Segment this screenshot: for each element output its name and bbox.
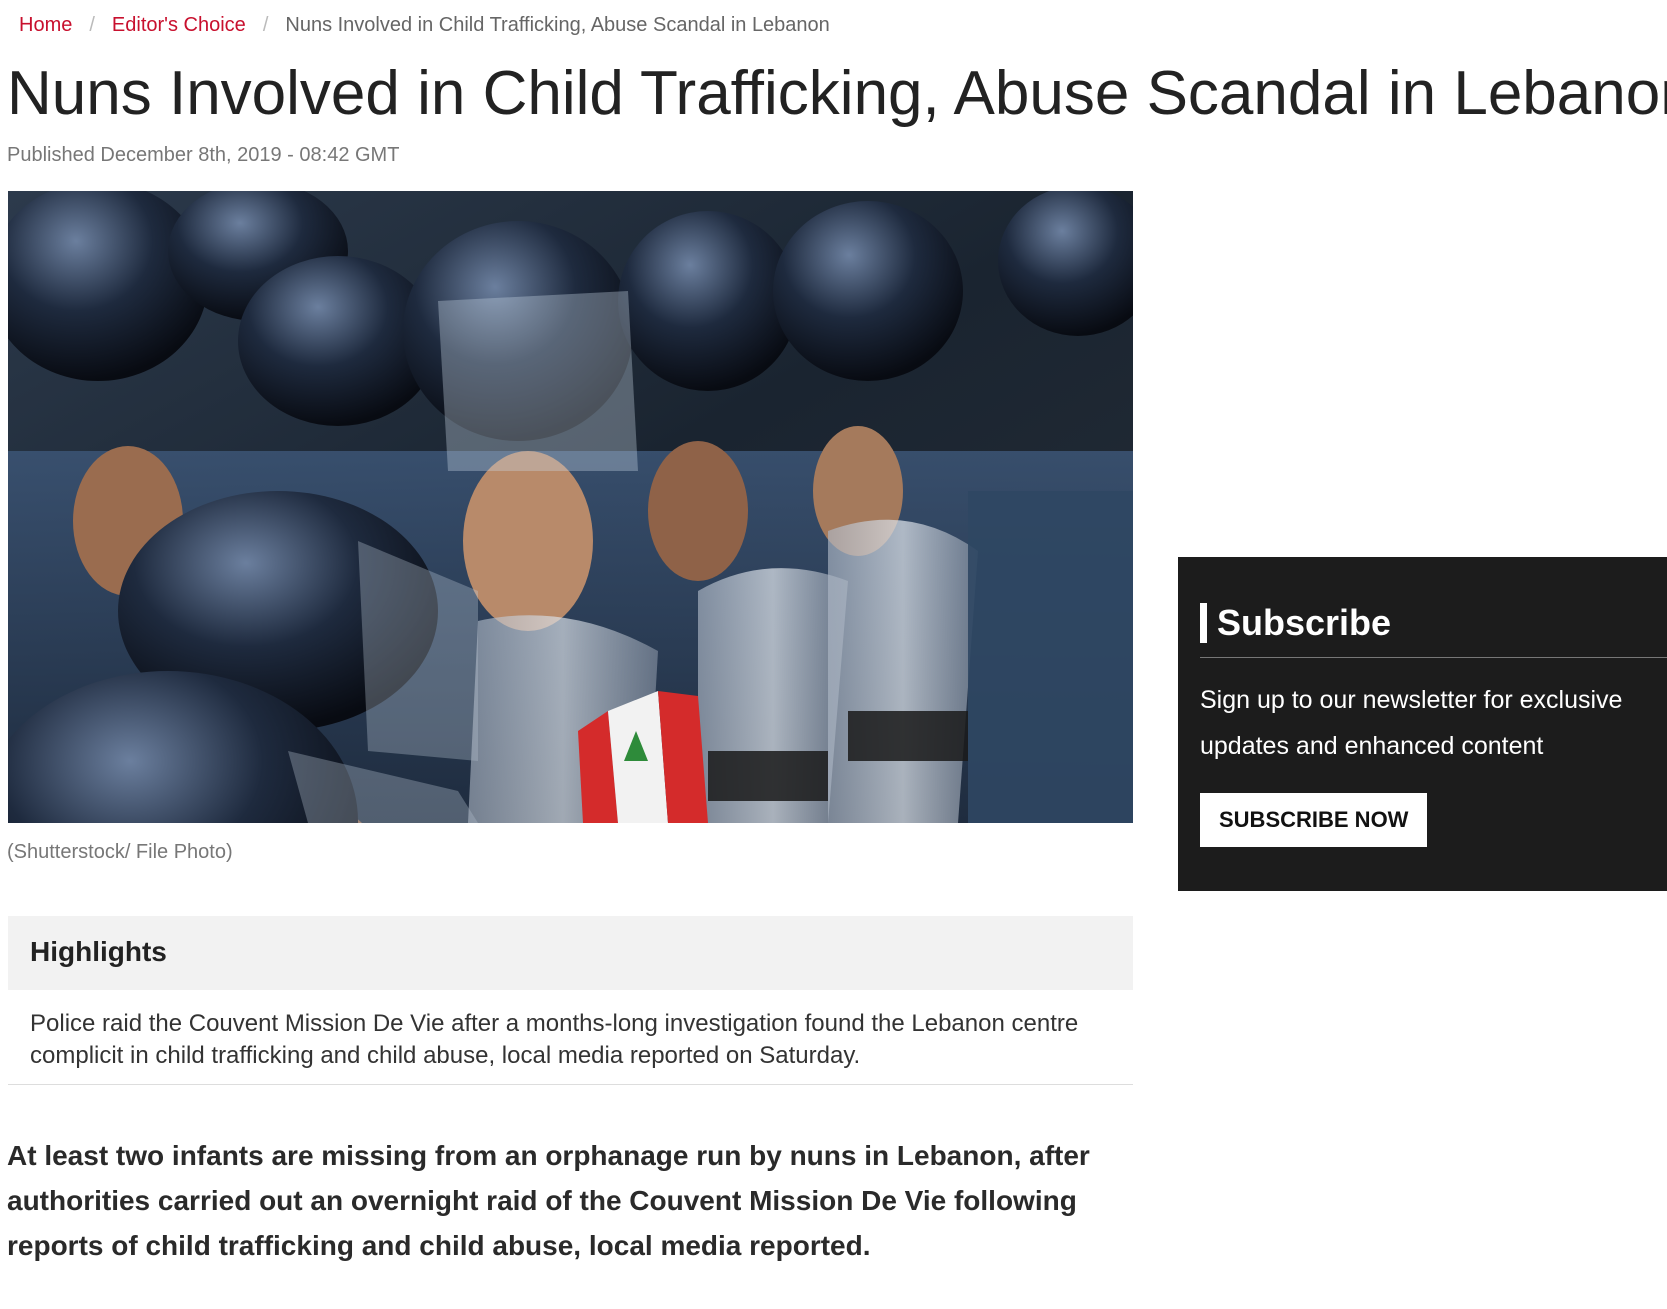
breadcrumb-section-link[interactable]: Editor's Choice bbox=[112, 14, 246, 37]
highlights-heading: Highlights bbox=[8, 916, 1133, 990]
published-date: Published December 8th, 2019 - 08:42 GMT bbox=[7, 144, 400, 166]
article-title: Nuns Involved in Child Trafficking, Abus… bbox=[7, 59, 1667, 128]
breadcrumb-home-link[interactable]: Home bbox=[19, 14, 72, 37]
breadcrumb-separator: / bbox=[89, 14, 95, 36]
subscribe-divider bbox=[1200, 657, 1667, 658]
breadcrumb-separator: / bbox=[262, 14, 269, 36]
breadcrumb-current: Nuns Involved in Child Trafficking, Abus… bbox=[285, 14, 830, 36]
riot-police-photo bbox=[8, 191, 1133, 823]
subscribe-now-button[interactable]: SUBSCRIBE NOW bbox=[1200, 793, 1428, 847]
subscribe-description: Sign up to our newsletter for exclusive … bbox=[1200, 686, 1623, 760]
article-hero-image bbox=[8, 191, 1133, 823]
highlights-text: Police raid the Couvent Mission De Vie a… bbox=[30, 1010, 1079, 1069]
newsletter-subscribe-panel: Subscribe Sign up to our newsletter for … bbox=[1178, 557, 1667, 891]
subscribe-title: Subscribe bbox=[1200, 603, 1391, 643]
highlights-box: Highlights Police raid the Couvent Missi… bbox=[8, 916, 1133, 1085]
breadcrumb: Home / Editor's Choice / Nuns Involved i… bbox=[19, 14, 830, 37]
article-lead-paragraph: At least two infants are missing from an… bbox=[7, 1140, 1090, 1261]
image-caption: (Shutterstock/ File Photo) bbox=[7, 841, 233, 863]
